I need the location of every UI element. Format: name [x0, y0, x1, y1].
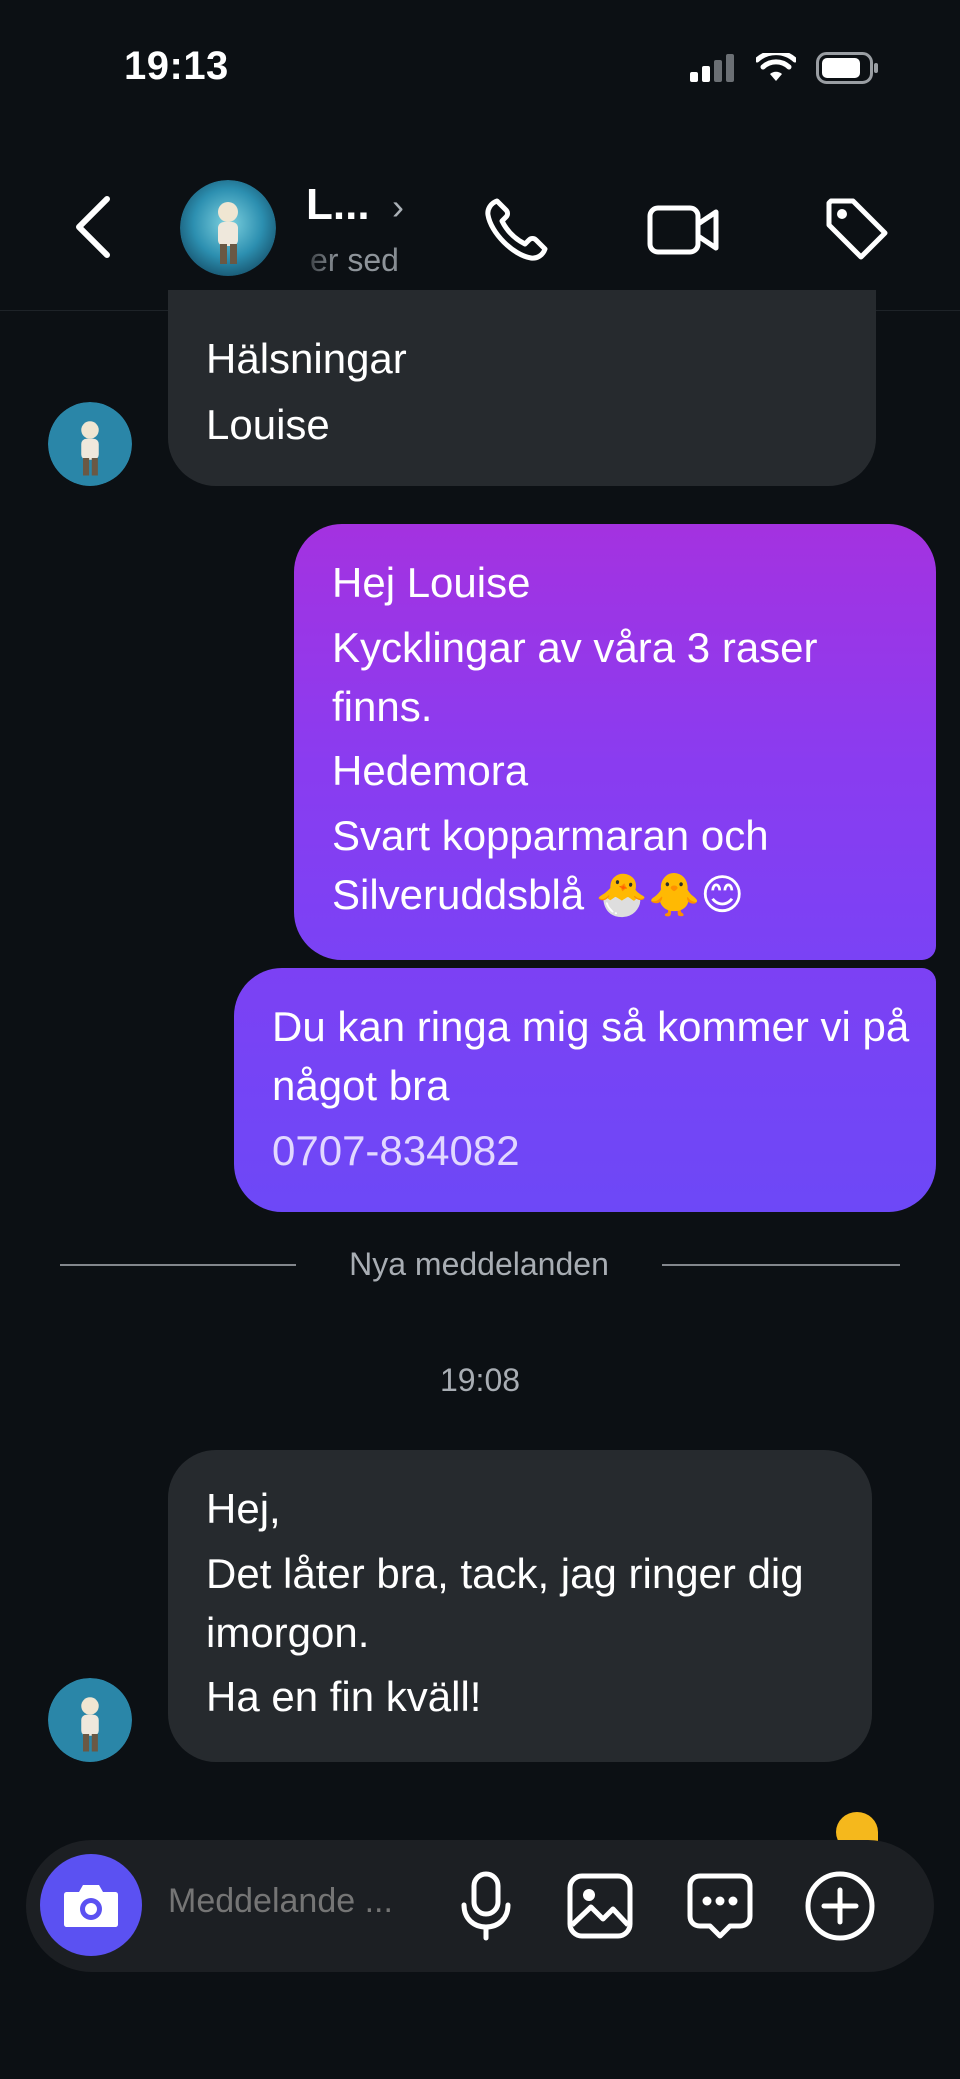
battery-icon	[816, 52, 878, 84]
message-line: Hej Louise	[332, 559, 531, 606]
video-icon	[647, 205, 719, 255]
message-line: Louise	[206, 401, 330, 448]
video-call-button[interactable]	[644, 190, 724, 270]
message-line: Kycklingar av våra 3 raser finns.	[332, 623, 818, 730]
chevron-right-icon: ›	[392, 186, 404, 227]
cellular-signal-icon	[690, 54, 734, 82]
call-button[interactable]	[476, 190, 556, 270]
gallery-button[interactable]	[560, 1866, 640, 1946]
tag-icon	[826, 198, 888, 260]
phone-number-link[interactable]: 0707-834082	[272, 1122, 912, 1181]
status-time: 19:13	[124, 44, 229, 88]
sticker-button[interactable]	[680, 1866, 760, 1946]
status-icons	[690, 52, 880, 84]
contact-name[interactable]: L...	[306, 180, 370, 230]
back-button[interactable]	[68, 192, 118, 262]
message-line: Hälsningar	[206, 335, 407, 382]
chevron-left-icon	[76, 196, 110, 258]
message-timestamp: 19:08	[439, 1362, 521, 1398]
divider-line	[60, 1264, 296, 1266]
image-icon	[567, 1873, 633, 1939]
message-received[interactable]: Hej, Det låter bra, tack, jag ringer dig…	[168, 1450, 872, 1762]
sender-avatar[interactable]	[48, 1678, 132, 1762]
message-line: Ha en fin kväll!	[206, 1673, 482, 1721]
new-messages-label: Nya meddelanden	[349, 1246, 609, 1282]
microphone-icon	[461, 1871, 511, 1941]
contact-status: er sed	[310, 242, 399, 278]
sender-avatar[interactable]	[48, 402, 132, 486]
plus-circle-icon	[805, 1871, 875, 1941]
message-sent[interactable]: Du kan ringa mig så kommer vi på något b…	[234, 968, 936, 1212]
camera-icon	[64, 1885, 118, 1927]
tag-button[interactable]	[818, 190, 898, 270]
voice-message-button[interactable]	[446, 1866, 526, 1946]
message-sent[interactable]: Hej Louise Kycklingar av våra 3 raser fi…	[294, 524, 936, 960]
camera-button[interactable]	[40, 1854, 142, 1956]
contact-avatar[interactable]	[180, 180, 276, 276]
message-line: Hedemora	[332, 747, 529, 795]
message-line: Svart kopparmaran och Silveruddsblå 🐣🐥😊	[332, 812, 769, 918]
chat-bubble-icon	[687, 1873, 753, 1939]
wifi-icon	[756, 53, 796, 81]
message-line: Det låter bra, tack, jag ringer dig imor…	[206, 1549, 804, 1656]
divider-line	[662, 1264, 900, 1266]
message-line: Hej,	[206, 1485, 281, 1532]
phone-icon	[485, 198, 548, 261]
message-received[interactable]: Hälsningar Louise	[168, 290, 876, 486]
message-line: Du kan ringa mig så kommer vi på något b…	[272, 1003, 910, 1109]
add-button[interactable]	[800, 1866, 880, 1946]
message-input[interactable]	[168, 1882, 428, 1921]
